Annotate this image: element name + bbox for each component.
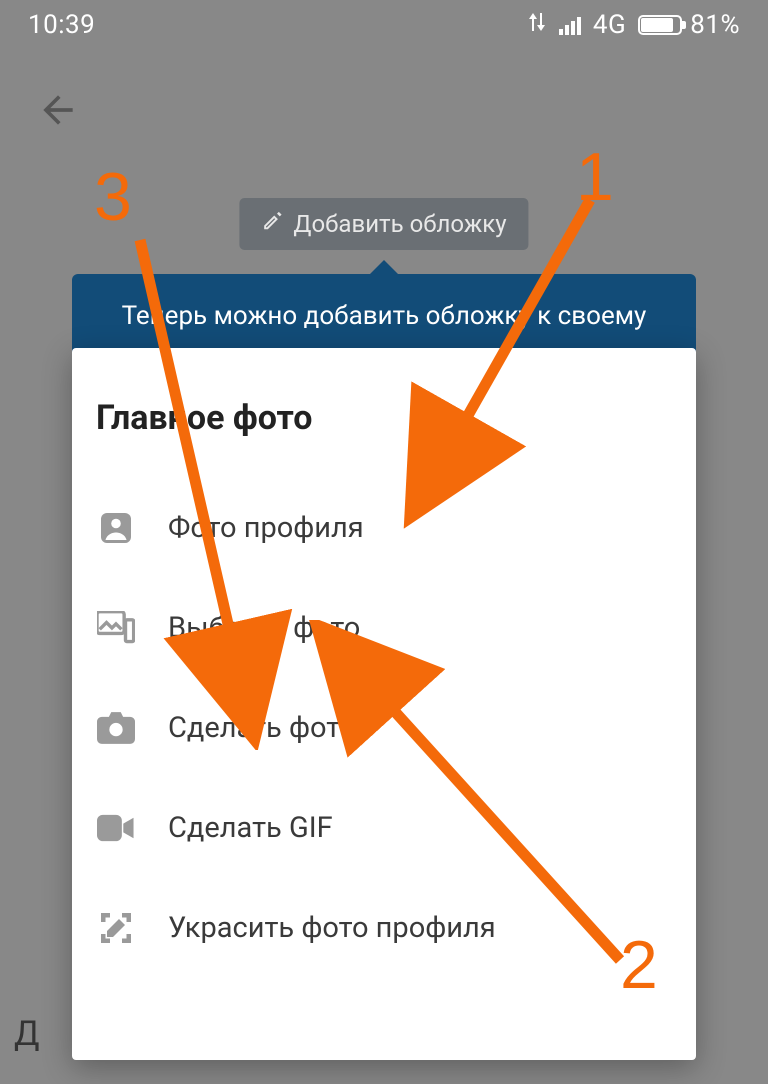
status-bar: 10:39 4G 81%: [0, 0, 768, 50]
annotation-arrow-3: [130, 230, 310, 750]
status-time: 10:39: [28, 10, 95, 40]
annotation-arrow-1: [390, 190, 620, 530]
network-label: 4G: [593, 10, 626, 40]
status-right: 4G 81%: [527, 10, 740, 40]
annotation-3: 3: [94, 158, 132, 236]
annotation-arrow-2: [300, 620, 650, 980]
data-arrows-icon: [527, 10, 547, 40]
video-camera-icon: [96, 808, 136, 848]
back-button[interactable]: [36, 88, 80, 136]
signal-icon: [559, 15, 581, 35]
bottom-cutoff-text: Д: [14, 1014, 40, 1054]
battery-pct: 81%: [690, 10, 740, 40]
battery-indicator: 81%: [638, 10, 740, 40]
decorate-icon: [96, 908, 136, 948]
